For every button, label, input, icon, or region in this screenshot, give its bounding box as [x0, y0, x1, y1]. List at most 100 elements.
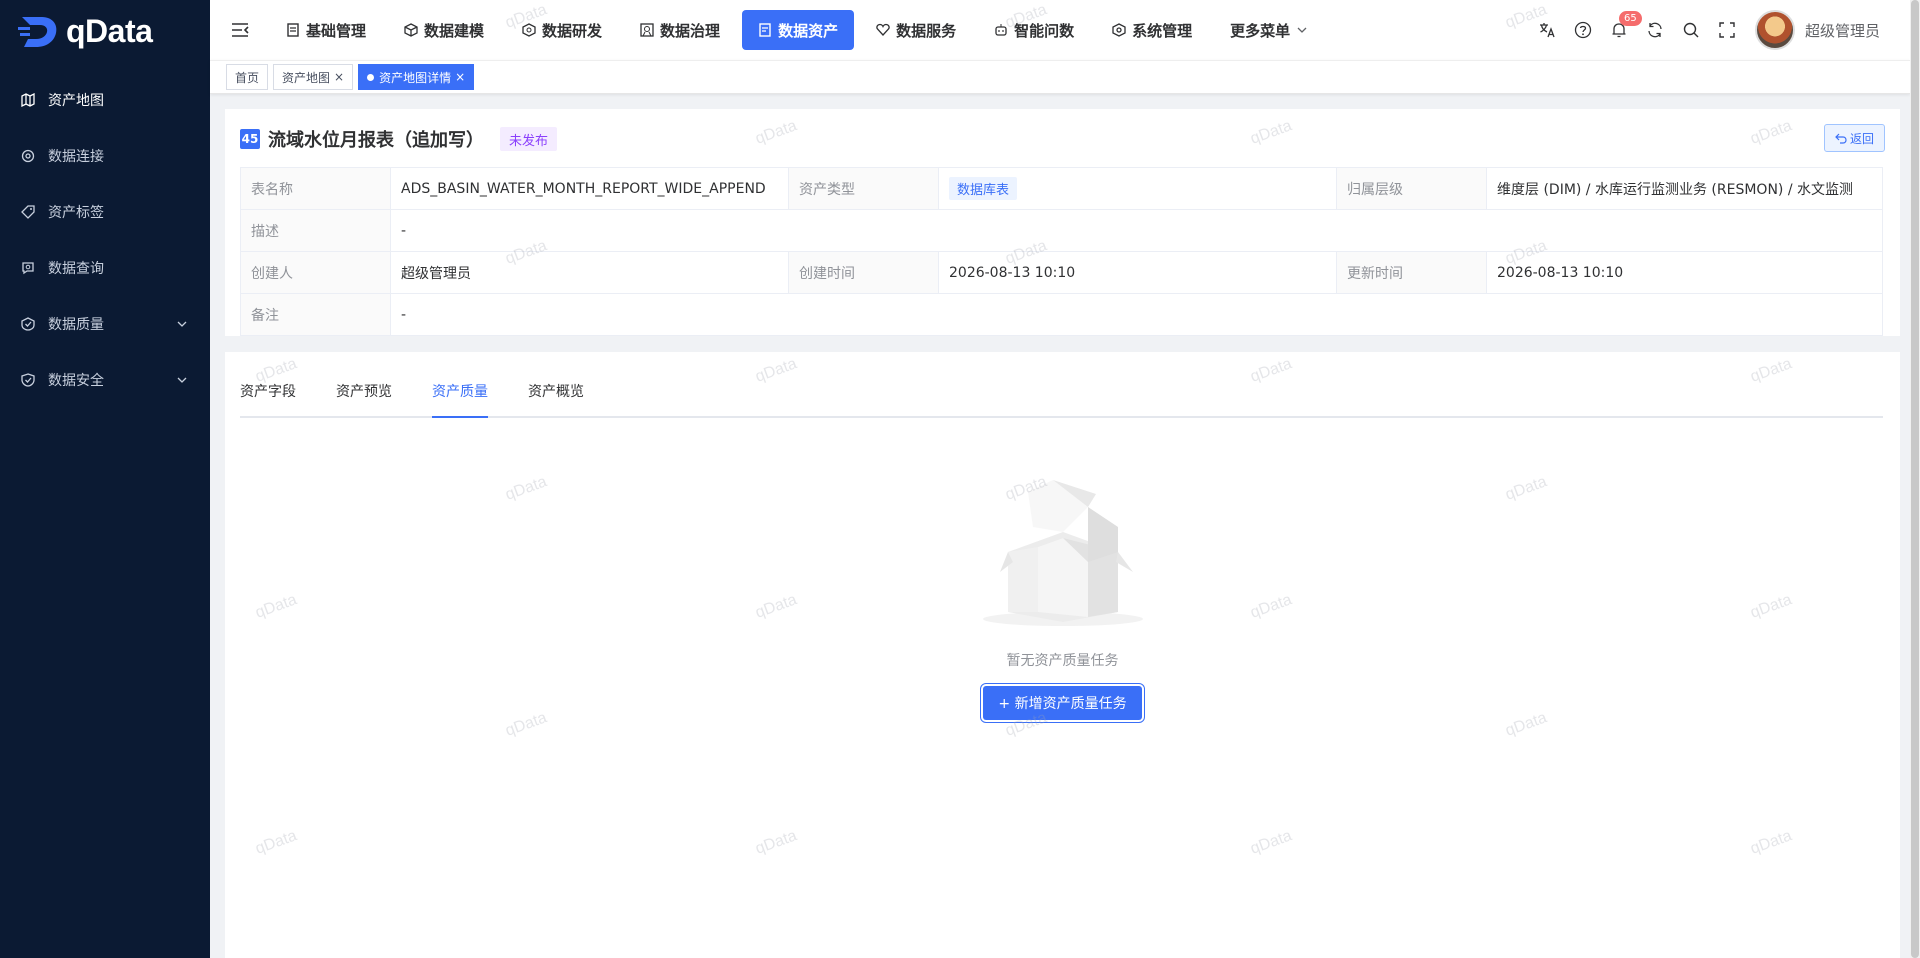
nav-item-label: 系统管理 [1132, 21, 1193, 40]
nav-item-dev[interactable]: 数据研发 [506, 10, 618, 50]
asset-icon [759, 23, 771, 37]
translate-icon[interactable] [1537, 20, 1557, 40]
search-icon[interactable] [1681, 20, 1701, 40]
created-value: 2026-08-13 10:10 [938, 251, 1337, 294]
fullscreen-icon[interactable] [1717, 20, 1737, 40]
quality-icon [20, 316, 36, 332]
field-label: 描述 [240, 209, 391, 252]
asset-type-tag: 数据库表 [949, 177, 1018, 200]
tag-asset-map[interactable]: 资产地图 × [273, 64, 354, 90]
asset-info-table: 表名称 ADS_BASIN_WATER_MONTH_REPORT_WIDE_AP… [240, 167, 1883, 336]
empty-state: 暂无资产质量任务 + 新增资产质量任务 [225, 462, 1900, 720]
remark-value: - [390, 293, 1883, 336]
tag-label: 资产地图详情 [379, 70, 452, 85]
notification-badge: 65 [1618, 11, 1642, 26]
status-badge: 未发布 [500, 127, 558, 151]
back-button-label: 返回 [1849, 131, 1874, 146]
service-icon [876, 23, 890, 36]
field-label: 表名称 [240, 167, 391, 210]
help-icon[interactable] [1573, 20, 1593, 40]
table-row: 表名称 ADS_BASIN_WATER_MONTH_REPORT_WIDE_AP… [240, 167, 1883, 210]
nav-item-label: 数据治理 [660, 21, 721, 40]
asset-detail-card: 45 流域水位月报表（追加写） 未发布 返回 表名称 ADS_BASIN_WAT… [225, 109, 1900, 336]
refresh-icon[interactable] [1645, 20, 1665, 40]
close-icon[interactable]: × [334, 70, 344, 84]
sidebar-item-label: 资产标签 [48, 205, 104, 221]
nav-tools: 65 超级管理员 [1521, 0, 1880, 60]
chevron-down-icon [177, 377, 187, 383]
query-icon [20, 260, 36, 276]
field-label: 更新时间 [1336, 251, 1487, 294]
nav-item-label: 更多菜单 [1230, 21, 1291, 40]
nav-item-label: 数据研发 [542, 21, 603, 40]
back-button[interactable]: 返回 [1823, 124, 1885, 152]
sidebar-item-label: 数据连接 [48, 149, 104, 165]
chevron-down-icon [1297, 27, 1307, 33]
field-label: 资产类型 [788, 167, 939, 210]
title-row: 45 流域水位月报表（追加写） 未发布 [240, 126, 558, 152]
sidebar-item-asset-tag[interactable]: 资产标签 [0, 184, 210, 240]
username[interactable]: 超级管理员 [1805, 20, 1880, 41]
asset-type-cell: 数据库表 [938, 167, 1337, 210]
nav-item-label: 智能问数 [1014, 21, 1075, 40]
empty-text: 暂无资产质量任务 [1006, 653, 1119, 669]
nav-items: 基础管理 数据建模 数据研发 数据治理 数据资产 数据服务 智能问数 系统管理 [270, 0, 1330, 60]
menu-toggle-button[interactable] [210, 0, 270, 60]
tags-view-bar: 首页 资产地图 × 资产地图详情 × [210, 60, 1910, 94]
sidebar-item-data-quality[interactable]: 数据质量 [0, 296, 210, 352]
tag-asset-map-detail[interactable]: 资产地图详情 × [358, 64, 475, 90]
nav-item-base[interactable]: 基础管理 [270, 10, 382, 50]
field-label: 创建人 [240, 251, 391, 294]
tabs: 资产字段 资产预览 资产质量 资产概览 [240, 366, 1883, 418]
sidebar-item-data-connection[interactable]: 数据连接 [0, 128, 210, 184]
tab-asset-preview[interactable]: 资产预览 [336, 368, 392, 416]
table-icon: 45 [240, 129, 260, 149]
robot-icon [995, 24, 1007, 36]
nav-item-governance[interactable]: 数据治理 [624, 10, 736, 50]
tag-home[interactable]: 首页 [226, 64, 269, 90]
nav-item-smart-query[interactable]: 智能问数 [978, 10, 1090, 50]
notification-bell-icon[interactable]: 65 [1609, 11, 1642, 40]
tag-label: 资产地图 [282, 70, 331, 85]
field-label: 备注 [240, 293, 391, 336]
sidebar-item-asset-map[interactable]: 资产地图 [0, 72, 210, 128]
sidebar-item-label: 数据查询 [48, 261, 104, 277]
nav-item-modeling[interactable]: 数据建模 [388, 10, 500, 50]
tab-asset-fields[interactable]: 资产字段 [240, 368, 296, 416]
tab-asset-quality[interactable]: 资产质量 [432, 368, 488, 418]
sidebar-item-label: 资产地图 [48, 93, 104, 109]
side-menu: 资产地图 数据连接 资产标签 数据查询 数据质量 数据安全 [0, 72, 210, 408]
governance-icon [640, 23, 654, 37]
logo[interactable]: qData [0, 0, 210, 62]
field-label: 创建时间 [788, 251, 939, 294]
nav-item-service[interactable]: 数据服务 [860, 10, 972, 50]
asset-tabs-card: 资产字段 资产预览 资产质量 资产概览 暂无资产质量任务 + 新增资产质量任务 [225, 352, 1900, 958]
scrollbar-thumb[interactable] [1911, 0, 1919, 958]
sidebar-item-data-query[interactable]: 数据查询 [0, 240, 210, 296]
nav-item-system[interactable]: 系统管理 [1096, 10, 1208, 50]
scrollbar[interactable] [1910, 0, 1920, 958]
table-name-value: ADS_BASIN_WATER_MONTH_REPORT_WIDE_APPEND [390, 167, 789, 210]
dev-icon [522, 23, 536, 37]
active-dot-icon [367, 73, 375, 81]
base-icon [287, 23, 299, 37]
close-icon[interactable]: × [455, 70, 465, 84]
layer-value: 维度层 (DIM) / 水库运行监测业务 (RESMON) / 水文监测 [1486, 167, 1883, 210]
tab-asset-overview[interactable]: 资产概览 [528, 368, 584, 416]
creator-value: 超级管理员 [390, 251, 789, 294]
table-row: 备注 - [240, 293, 1883, 336]
page-title: 流域水位月报表（追加写） [268, 130, 484, 151]
connection-icon [20, 148, 36, 164]
sidebar-item-label: 数据质量 [48, 317, 104, 333]
avatar[interactable] [1754, 10, 1795, 50]
system-icon [1112, 23, 1126, 37]
sidebar-item-data-security[interactable]: 数据安全 [0, 352, 210, 408]
nav-item-assets[interactable]: 数据资产 [742, 10, 855, 50]
tag-icon [20, 204, 36, 220]
menu-fold-icon [232, 23, 249, 37]
security-icon [20, 372, 36, 388]
add-quality-task-button[interactable]: + 新增资产质量任务 [983, 686, 1142, 720]
table-row: 创建人 超级管理员 创建时间 2026-08-13 10:10 更新时间 202… [240, 251, 1883, 294]
chevron-down-icon [177, 321, 187, 327]
nav-item-more[interactable]: 更多菜单 [1214, 10, 1324, 50]
